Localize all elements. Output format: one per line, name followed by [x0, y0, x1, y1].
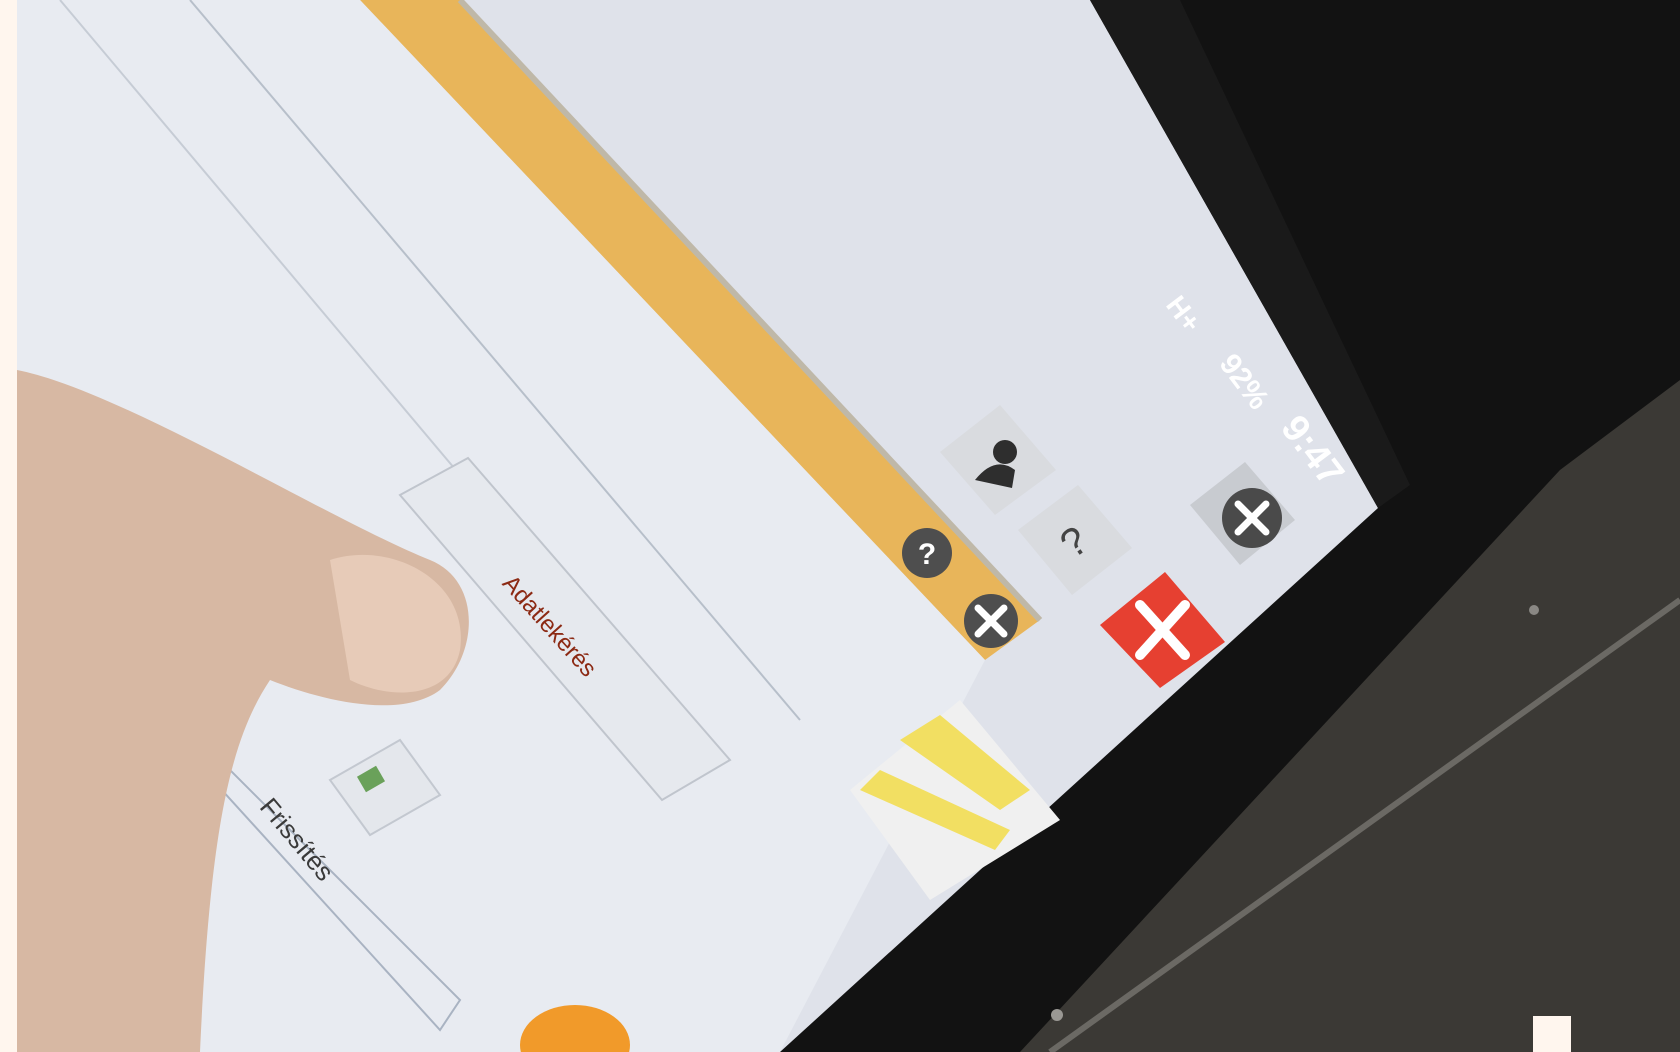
tablet-scene: ? ?	[17, 0, 1680, 1052]
tablet-button	[1051, 1009, 1063, 1021]
corner-mark	[1533, 1016, 1571, 1052]
svg-text:?: ?	[918, 538, 936, 571]
help-icon[interactable]: ?	[902, 528, 952, 578]
close-icon[interactable]	[964, 594, 1018, 648]
tablet-camera	[1529, 605, 1539, 615]
tablet-photo: ? ? H+ 92% 9:47 Adatlekérés Frissítés	[17, 0, 1680, 1052]
left-border	[0, 0, 17, 1052]
